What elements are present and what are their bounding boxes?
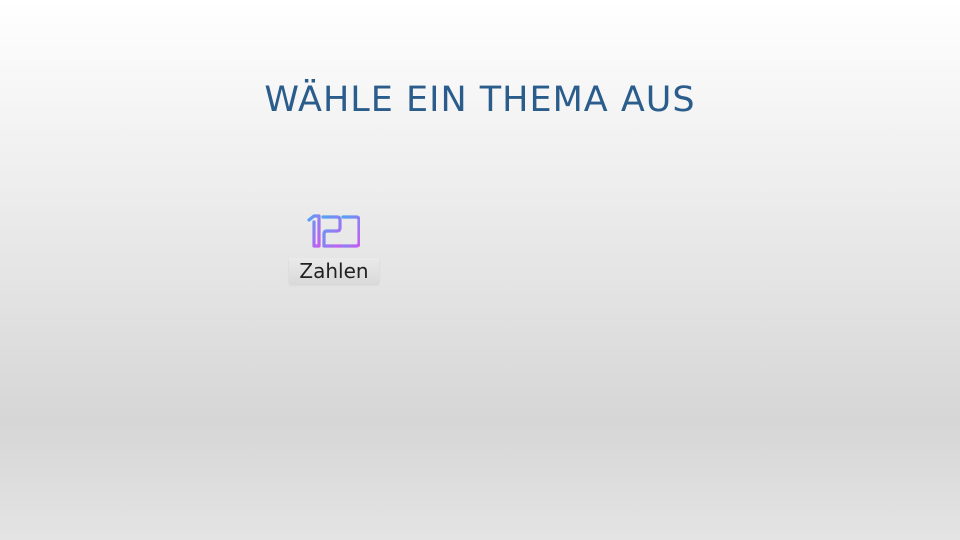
page-title: WÄHLE EIN THEMA AUS	[264, 80, 696, 120]
numbers-123-icon	[307, 214, 360, 248]
slide: WÄHLE EIN THEMA AUS Zahlen	[0, 0, 960, 540]
topic-label: Zahlen	[289, 258, 379, 284]
topic-button-zahlen[interactable]: Zahlen	[287, 208, 381, 288]
